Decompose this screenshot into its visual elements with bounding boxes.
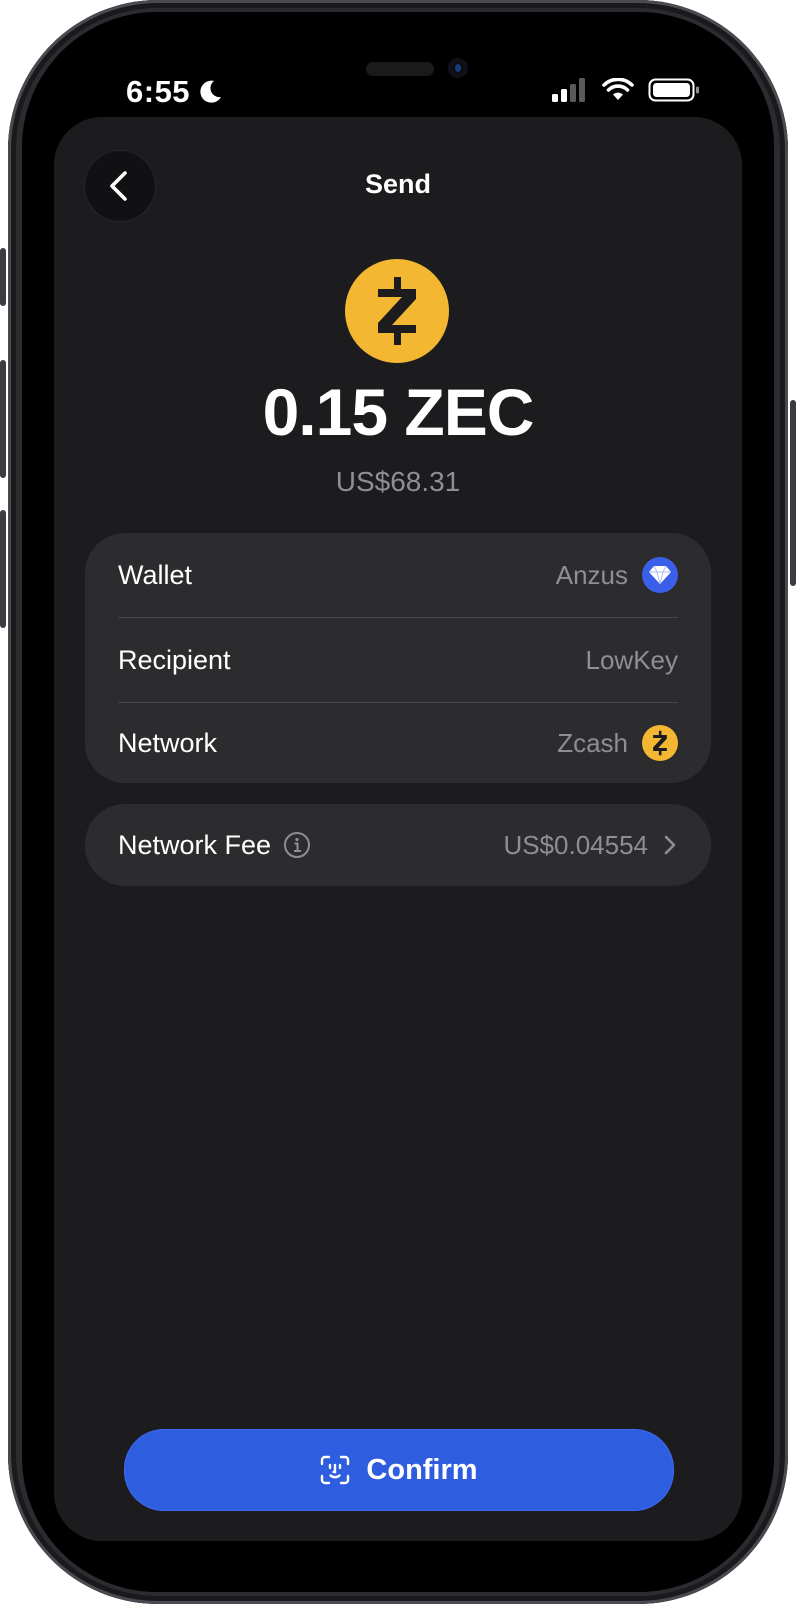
send-sheet: Send 0.15 ZEC US$68.31 Wallet Anzus Reci… bbox=[54, 117, 742, 1541]
wifi-icon bbox=[602, 78, 634, 100]
status-time: 6:55 bbox=[126, 74, 191, 109]
face-id-icon bbox=[321, 1455, 350, 1485]
recipient-row: Recipient LowKey bbox=[118, 618, 678, 702]
phone-frame: 6:55 Send 0.15 ZEC US$68.31 Wallet Anzus… bbox=[0, 0, 796, 1604]
send-amount: 0.15 ZEC bbox=[262, 375, 535, 449]
zcash-logo bbox=[345, 259, 449, 363]
volume-up-button bbox=[0, 360, 6, 478]
battery-icon bbox=[648, 78, 699, 102]
chevron-right-icon bbox=[664, 835, 676, 855]
power-button bbox=[790, 400, 796, 586]
confirm-button[interactable]: Confirm bbox=[124, 1429, 674, 1511]
transaction-details-card: Wallet Anzus Recipient LowKey Network Zc… bbox=[85, 533, 711, 783]
status-icons bbox=[552, 78, 700, 102]
screen: 6:55 Send 0.15 ZEC US$68.31 Wallet Anzus… bbox=[22, 12, 774, 1592]
fiat-amount: US$68.31 bbox=[335, 466, 461, 497]
volume-down-button bbox=[0, 510, 6, 628]
network-label: Network bbox=[118, 727, 218, 758]
speaker-grille bbox=[366, 62, 434, 76]
network-fee-content: Network Fee US$0.04554 bbox=[118, 804, 678, 886]
wallet-value: Anzus bbox=[555, 559, 628, 590]
network-value: Zcash bbox=[557, 727, 628, 758]
wallet-diamond-icon bbox=[642, 557, 678, 593]
moon-icon bbox=[200, 80, 221, 103]
page-title: Send bbox=[364, 169, 431, 199]
cellular-signal-icon bbox=[552, 78, 585, 102]
network-row: Network Zcash bbox=[118, 701, 678, 785]
network-fee-row[interactable]: Network Fee US$0.04554 bbox=[85, 804, 711, 886]
action-button bbox=[0, 248, 6, 306]
wallet-label: Wallet bbox=[118, 559, 193, 590]
confirm-label: Confirm bbox=[366, 1453, 478, 1486]
recipient-label: Recipient bbox=[118, 644, 231, 675]
recipient-value: LowKey bbox=[585, 644, 679, 675]
front-camera bbox=[448, 58, 468, 78]
zcash-icon bbox=[378, 277, 416, 345]
zcash-icon bbox=[642, 725, 678, 761]
network-fee-value: US$0.04554 bbox=[503, 829, 648, 860]
wallet-row: Wallet Anzus bbox=[118, 533, 678, 617]
network-fee-label: Network Fee bbox=[118, 829, 272, 860]
info-icon[interactable] bbox=[283, 831, 311, 859]
